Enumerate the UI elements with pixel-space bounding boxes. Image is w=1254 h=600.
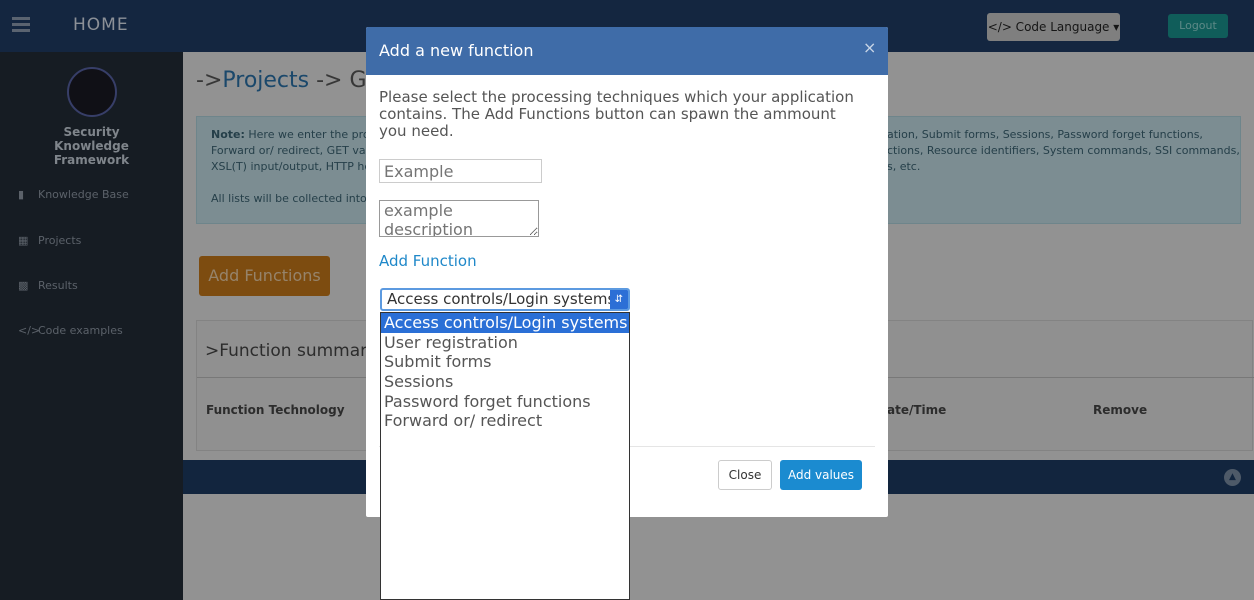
option-access-controls[interactable]: Access controls/Login systems [381,313,629,333]
add-values-button[interactable]: Add values [780,460,862,490]
select-arrows-icon: ⇵ [610,290,628,309]
function-description-input[interactable] [379,200,539,237]
function-technique-options: Access controls/Login systems User regis… [380,312,630,600]
modal-title: Add a new function [379,41,534,60]
option-forward-redirect[interactable]: Forward or/ redirect [381,411,629,431]
select-value: Access controls/Login systems [387,290,616,308]
add-function-link[interactable]: Add Function [379,252,477,270]
close-button[interactable]: Close [718,460,772,490]
option-user-registration[interactable]: User registration [381,333,629,353]
option-password-forget[interactable]: Password forget functions [381,392,629,412]
function-name-input[interactable] [379,159,542,183]
option-sessions[interactable]: Sessions [381,372,629,392]
option-submit-forms[interactable]: Submit forms [381,352,629,372]
modal-header: Add a new function × [366,27,888,75]
modal-instructions: Please select the processing techniques … [379,88,854,140]
close-icon[interactable]: × [863,38,876,57]
function-technique-select[interactable]: Access controls/Login systems ⇵ [380,288,630,311]
